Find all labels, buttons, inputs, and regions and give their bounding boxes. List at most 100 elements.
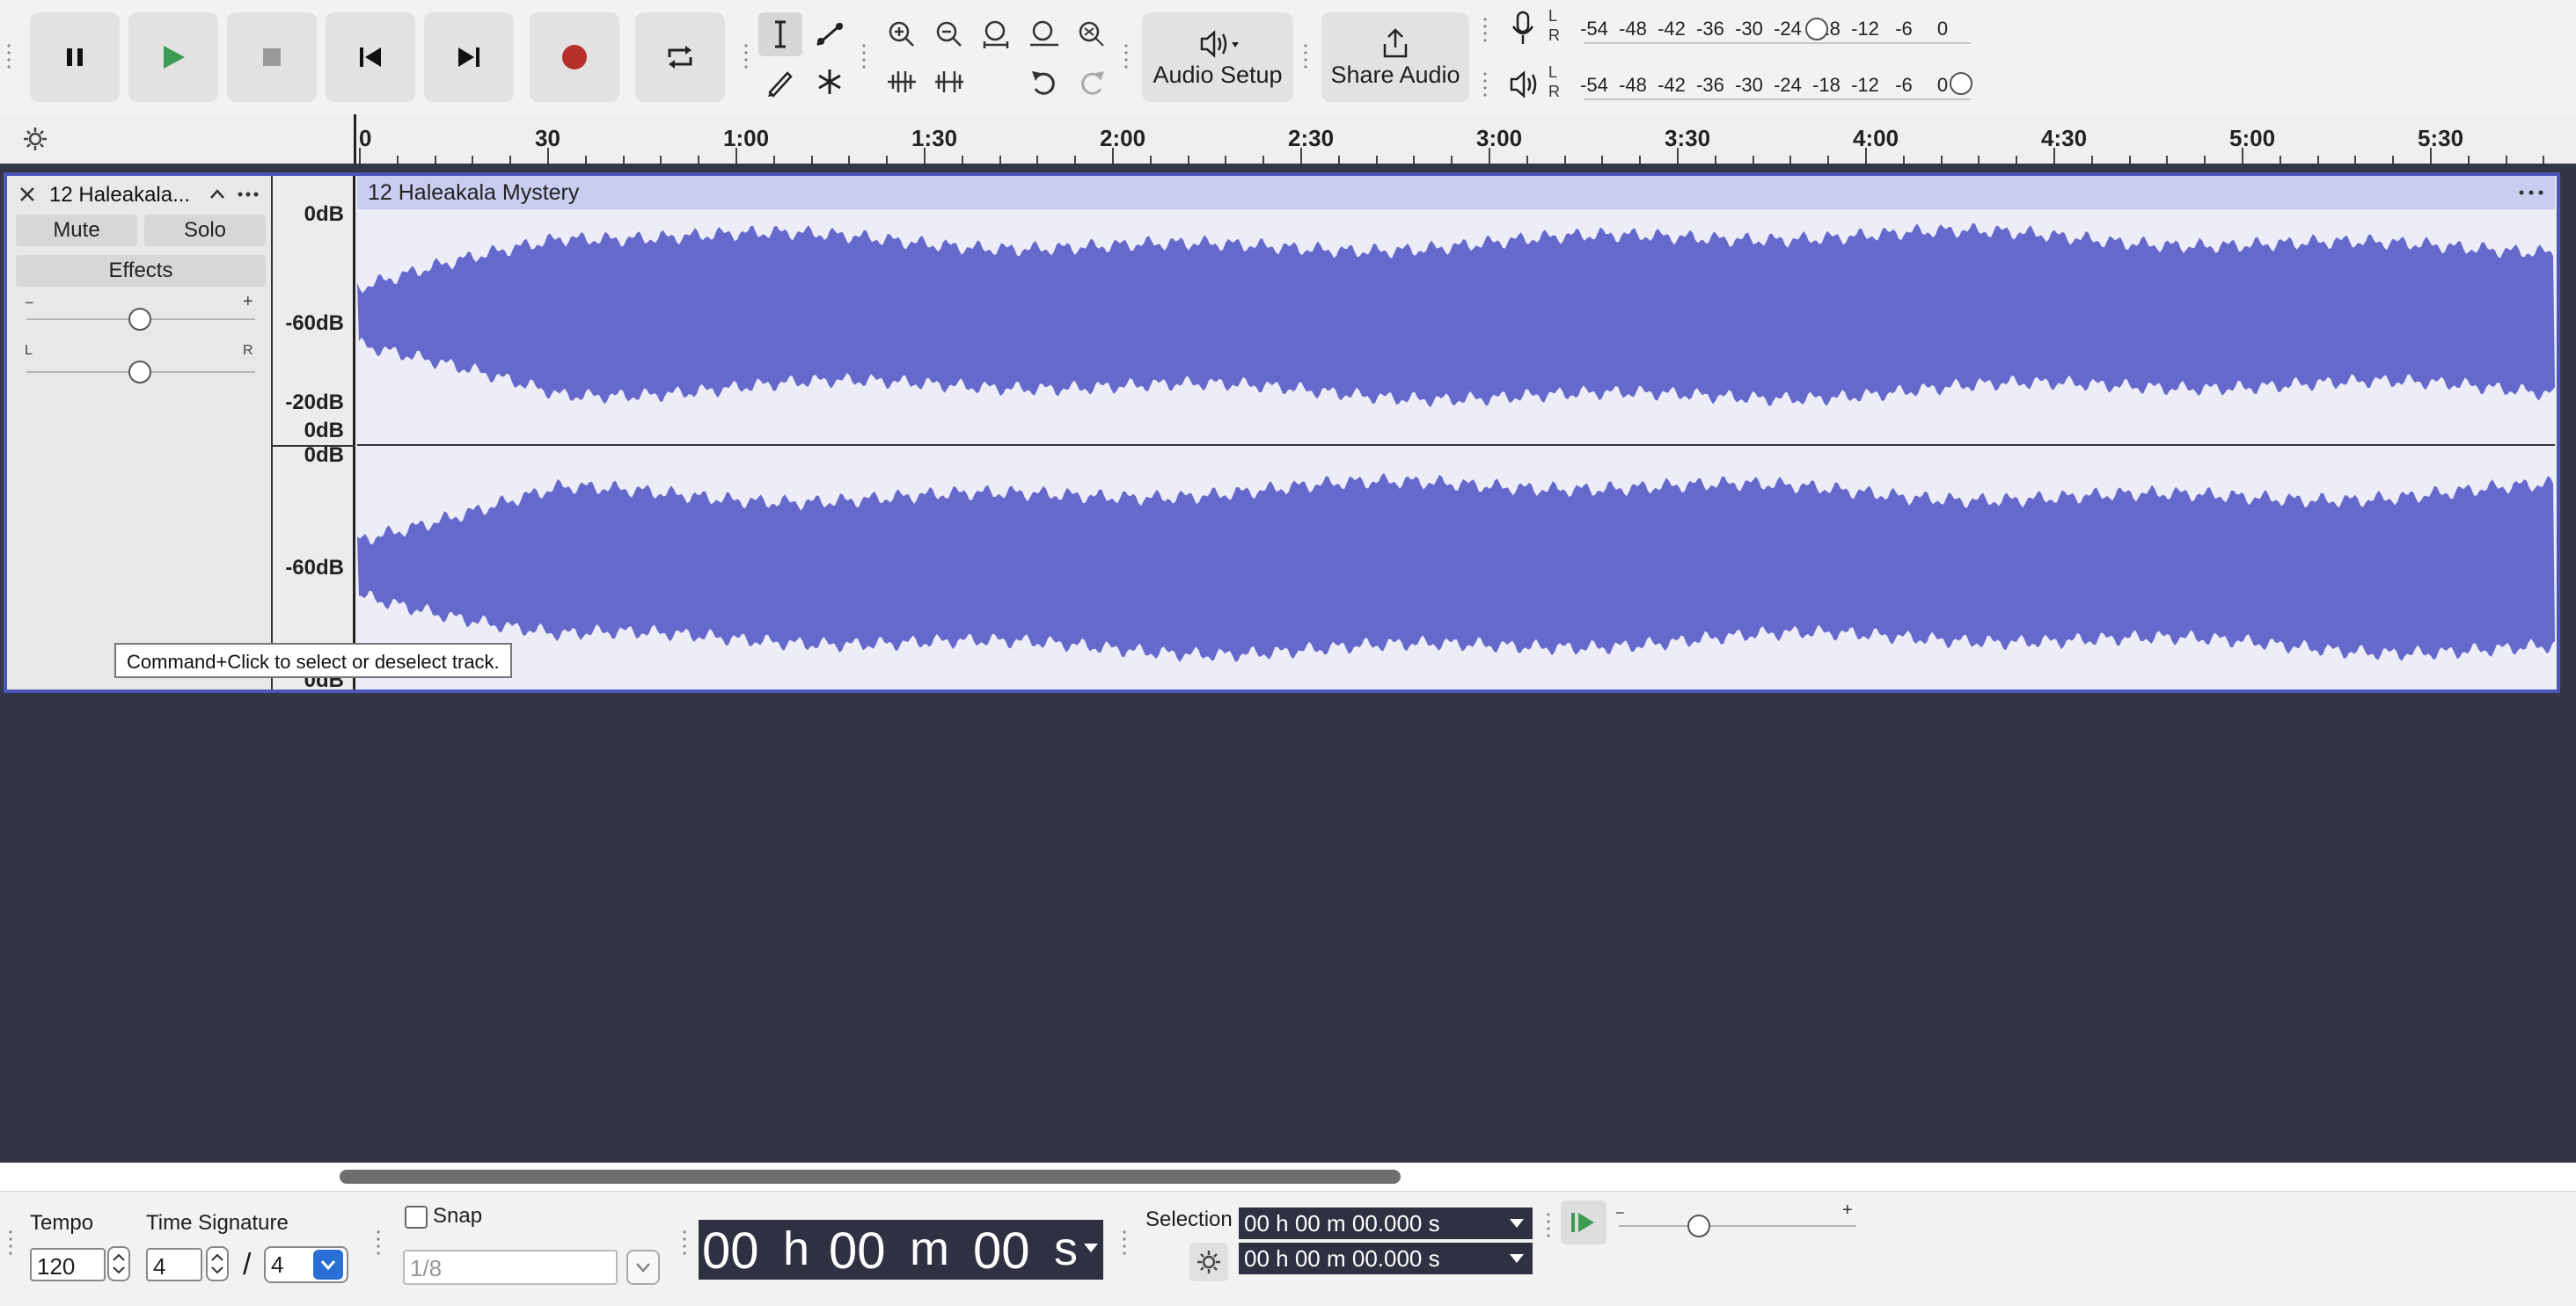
- time-signature-stepper[interactable]: [206, 1246, 229, 1281]
- tempo-stepper[interactable]: [107, 1246, 130, 1281]
- close-track-button[interactable]: [18, 185, 37, 204]
- timeline-ruler[interactable]: 0 30 1:00 1:30 2:00 2:30 3:00 3:30 4:00 4:30 5:00 5…: [0, 114, 2576, 164]
- toolbar-grip[interactable]: [1121, 1229, 1128, 1259]
- fit-selection-button[interactable]: [975, 12, 1019, 56]
- skip-to-start-button[interactable]: [326, 12, 415, 102]
- meter-scale-label: 0: [1936, 18, 1949, 40]
- vertical-db-ruler[interactable]: 0dB -60dB -20dB 0dB 0dB -60dB 0dB: [273, 176, 355, 692]
- play-button[interactable]: [128, 12, 218, 102]
- toolbar-grip[interactable]: [7, 1229, 14, 1259]
- speaker-dropdown-icon: [1200, 29, 1239, 58]
- ruler-label: 5:00: [2229, 125, 2276, 151]
- audio-setup-button[interactable]: Audio Setup: [1142, 12, 1293, 102]
- pan-slider-thumb[interactable]: [128, 361, 151, 383]
- snap-checkbox[interactable]: [405, 1206, 428, 1229]
- audio-clip[interactable]: [357, 176, 2555, 689]
- recording-level-knob[interactable]: [1805, 18, 1828, 40]
- selection-tool[interactable]: [758, 12, 802, 56]
- zoom-out-icon: [936, 21, 962, 47]
- ruler-marks: 0 30 1:00 1:30 2:00 2:30 3:00 3:30 4:00 4:30 5:00 5…: [0, 114, 2576, 164]
- dropdown-button[interactable]: [313, 1250, 343, 1280]
- toolbar-grip[interactable]: [1123, 42, 1130, 72]
- draw-tool[interactable]: [758, 60, 802, 104]
- toolbar-grip[interactable]: [1302, 42, 1309, 72]
- stop-button[interactable]: [227, 12, 317, 102]
- play-at-speed-button[interactable]: [1561, 1200, 1606, 1244]
- record-button[interactable]: [530, 12, 619, 102]
- speaker-icon: [1510, 70, 1537, 98]
- share-audio-button[interactable]: Share Audio: [1321, 12, 1469, 102]
- play-at-speed-icon: [1571, 1213, 1594, 1232]
- waveform-left-channel[interactable]: [357, 223, 2555, 408]
- time-signature-lower-select[interactable]: 4: [264, 1246, 348, 1283]
- selection-end-dropdown-icon[interactable]: [1508, 1251, 1526, 1266]
- meter-scale-label: 0: [1936, 74, 1949, 96]
- horizontal-scrollbar[interactable]: [340, 1170, 1401, 1184]
- selection-start-dropdown-icon[interactable]: [1508, 1216, 1526, 1230]
- snap-value-select[interactable]: 1/8: [403, 1250, 618, 1285]
- waveform[interactable]: [357, 176, 2555, 689]
- stop-icon: [263, 48, 281, 66]
- envelope-tool[interactable]: [808, 12, 852, 56]
- loop-button[interactable]: [635, 12, 725, 102]
- chevron-up-icon: [210, 189, 224, 199]
- silence-audio-button[interactable]: [927, 60, 971, 104]
- toolbar-grip[interactable]: [1482, 70, 1489, 100]
- time-display[interactable]: 00 h 00 m 00 s: [699, 1220, 1103, 1280]
- track-control-panel[interactable]: 12 Haleakala... Mute Solo Effects − + L …: [7, 176, 273, 689]
- gear-icon: [1197, 1251, 1220, 1273]
- ruler-tick: [2505, 156, 2507, 164]
- time-format-dropdown-icon[interactable]: [1082, 1241, 1100, 1255]
- undo-button[interactable]: [1022, 60, 1066, 104]
- tempo-input[interactable]: 120: [30, 1248, 106, 1281]
- clip-menu-icon[interactable]: [2516, 185, 2546, 201]
- ruler-tick: [434, 156, 436, 164]
- zoom-in-button[interactable]: [880, 12, 924, 56]
- toolbar-grip[interactable]: [681, 1229, 688, 1259]
- track-name[interactable]: 12 Haleakala...: [49, 183, 190, 208]
- meter-right-label: R: [1548, 83, 1560, 100]
- time-signature-label: Time Signature: [146, 1211, 289, 1235]
- playback-level-knob[interactable]: [1950, 72, 1972, 95]
- solo-button[interactable]: Solo: [144, 215, 266, 246]
- skip-to-end-button[interactable]: [424, 12, 514, 102]
- snap-dropdown-button[interactable]: [626, 1250, 660, 1285]
- toolbar-grip[interactable]: [5, 42, 12, 72]
- collapse-track-button[interactable]: [208, 185, 227, 204]
- ruler-tick: [1827, 156, 1830, 164]
- selection-end-time[interactable]: 00 h 00 m 00.000 s: [1239, 1243, 1533, 1274]
- multi-tool[interactable]: [808, 60, 852, 104]
- selection-start-time[interactable]: 00 h 00 m 00.000 s: [1239, 1208, 1533, 1239]
- trim-audio-button[interactable]: [880, 60, 924, 104]
- toolbar-grip[interactable]: [1482, 16, 1489, 46]
- track-menu-button[interactable]: [236, 185, 260, 204]
- toolbar-grip[interactable]: [375, 1229, 382, 1259]
- pencil-icon: [768, 71, 793, 98]
- pause-button[interactable]: [30, 12, 120, 102]
- zoom-out-button[interactable]: [927, 12, 971, 56]
- playback-meter[interactable]: L R -54 -48 -42 -36 -30 -24 -18 -12 -6 0: [1496, 60, 1972, 109]
- ruler-tick: [1112, 148, 1114, 164]
- selection-settings-button[interactable]: [1189, 1243, 1228, 1281]
- waveform-right-channel[interactable]: [357, 472, 2555, 662]
- ruler-tick: [1149, 156, 1152, 164]
- ruler-tick: [472, 156, 474, 164]
- speed-slider-thumb[interactable]: [1687, 1215, 1710, 1237]
- time-signature-upper[interactable]: 4: [146, 1248, 202, 1281]
- toolbar-grip[interactable]: [860, 42, 867, 72]
- mute-button[interactable]: Mute: [16, 215, 137, 246]
- recording-meter[interactable]: L R -54-48-42-36-30-24-18-12-60: [1496, 4, 1971, 53]
- selection-start-value: 00 h 00 m 00.000 s: [1244, 1210, 1440, 1237]
- clip-title-bar[interactable]: 12 Haleakala Mystery: [357, 176, 2555, 209]
- chevron-down-icon: [320, 1260, 336, 1271]
- toolbar-grip[interactable]: [743, 42, 750, 72]
- zoom-toggle-button[interactable]: [1070, 12, 1114, 56]
- toolbar-grip[interactable]: [1545, 1211, 1552, 1241]
- gain-slider-thumb[interactable]: [128, 308, 151, 331]
- more-options-icon: [238, 192, 259, 197]
- ruler-tick: [547, 148, 549, 164]
- effects-button[interactable]: Effects: [16, 255, 266, 287]
- fit-project-button[interactable]: [1022, 12, 1066, 56]
- gain-max-label: +: [243, 292, 253, 311]
- redo-button[interactable]: [1070, 60, 1114, 104]
